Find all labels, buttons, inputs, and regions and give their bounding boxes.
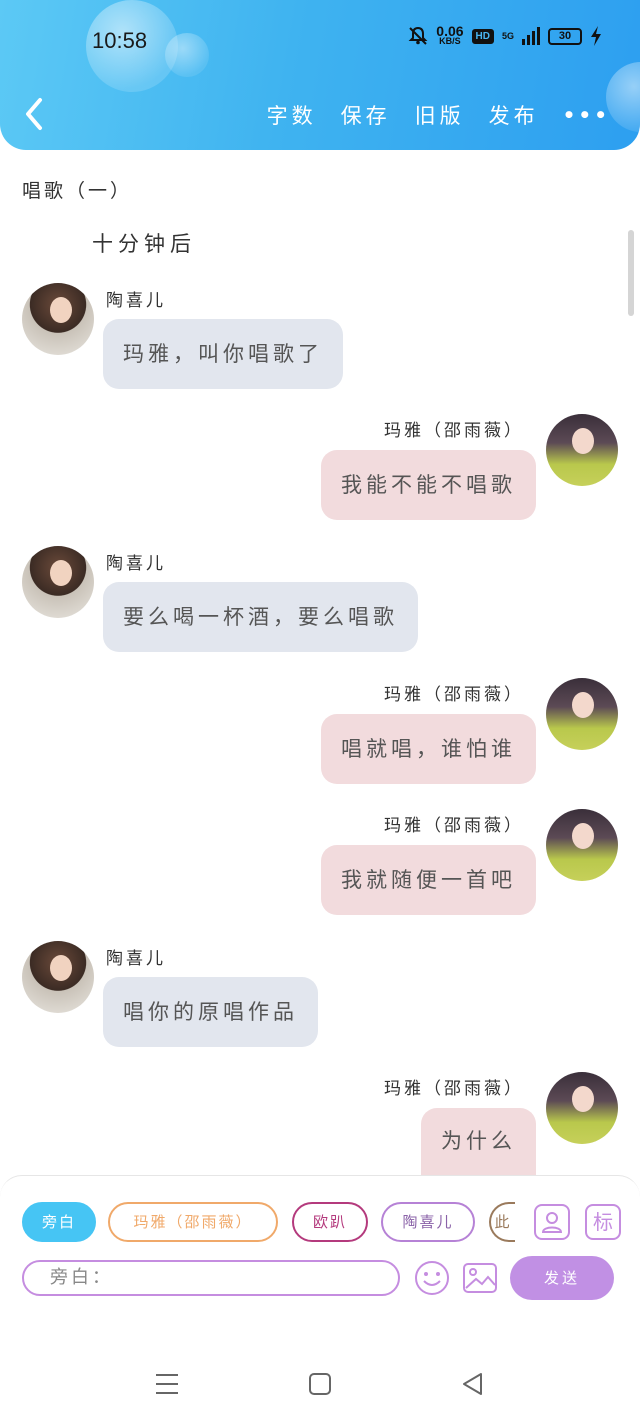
system-nav-bar	[0, 1343, 640, 1423]
sender-name: 陶喜儿	[106, 291, 166, 311]
message-bubble[interactable]: 唱你的原唱作品	[103, 977, 318, 1047]
old-version-button[interactable]: 旧版	[415, 100, 465, 130]
sender-name: 玛雅（邵雨薇）	[384, 421, 524, 441]
save-button[interactable]: 保存	[341, 100, 391, 130]
sender-name: 玛雅（邵雨薇）	[384, 816, 524, 836]
sender-name: 陶喜儿	[106, 949, 166, 969]
scene-title: 唱歌（一）	[22, 180, 133, 202]
avatar[interactable]	[546, 1072, 618, 1144]
sender-name: 陶喜儿	[106, 554, 166, 574]
status-time: 10:58	[92, 28, 148, 53]
menu-icon[interactable]	[150, 1367, 184, 1401]
role-chip-maya[interactable]: 玛雅（邵雨薇）	[108, 1202, 278, 1242]
image-icon[interactable]	[462, 1260, 498, 1296]
mute-bell-icon	[408, 26, 428, 45]
message-bubble[interactable]: 我能不能不唱歌	[321, 450, 536, 520]
app-header: 10:58 0.06 KB/S HD 5G 30 字数 保存 旧版 发布 •••	[0, 0, 640, 150]
chat-area[interactable]: 唱歌（一） 十分钟后 陶喜儿 玛雅，叫你唱歌了 玛雅（邵雨薇） 我能不能不唱歌 …	[0, 150, 640, 1175]
avatar[interactable]	[546, 414, 618, 486]
signal-icon	[522, 27, 540, 45]
hd-icon: HD	[471, 28, 494, 44]
message-bubble[interactable]: 唱就唱，谁怕谁	[321, 714, 536, 784]
status-icons: 0.06 KB/S HD 5G 30	[408, 23, 602, 46]
avatar[interactable]	[22, 546, 94, 618]
scrollbar[interactable]	[628, 230, 634, 316]
speed-unit: KB/S	[439, 36, 461, 46]
composer-panel: 旁白 玛雅（邵雨薇） 欧趴 陶喜儿 此 标 旁白： 发送	[0, 1175, 640, 1343]
header-actions: 字数 保存 旧版 发布 •••	[267, 100, 610, 130]
role-chip-partial[interactable]: 此	[489, 1202, 515, 1242]
decorative-bubble	[606, 62, 640, 132]
home-icon[interactable]	[303, 1367, 337, 1401]
message-bubble[interactable]: 要么喝一杯酒，要么唱歌	[103, 582, 418, 652]
network-type: 5G	[501, 30, 514, 41]
avatar[interactable]	[22, 283, 94, 355]
word-count-button[interactable]: 字数	[267, 100, 317, 130]
battery-icon: 30	[548, 27, 582, 45]
role-manager-icon[interactable]	[534, 1204, 570, 1240]
send-button[interactable]: 发送	[510, 1256, 614, 1300]
message-bubble[interactable]: 玛雅，叫你唱歌了	[103, 319, 343, 389]
message-bubble[interactable]: 我就随便一首吧	[321, 845, 536, 915]
back-triangle-icon[interactable]	[456, 1367, 490, 1401]
decorative-bubble	[165, 33, 209, 77]
speed-value: 0.06	[436, 23, 464, 39]
sender-name: 玛雅（邵雨薇）	[384, 685, 524, 705]
avatar[interactable]	[546, 809, 618, 881]
avatar[interactable]	[22, 941, 94, 1013]
narration-text: 十分钟后	[92, 232, 196, 256]
back-arrow-icon[interactable]	[22, 96, 46, 132]
mark-button[interactable]: 标	[585, 1204, 621, 1240]
charging-icon	[591, 26, 601, 46]
sender-name: 玛雅（邵雨薇）	[384, 1079, 524, 1099]
avatar[interactable]	[546, 678, 618, 750]
network-speed: 0.06 KB/S	[436, 23, 464, 46]
role-chip-narrator[interactable]: 旁白	[22, 1202, 96, 1242]
message-bubble[interactable]: 为什么	[421, 1108, 536, 1175]
publish-button[interactable]: 发布	[489, 100, 539, 130]
role-chip-oupa[interactable]: 欧趴	[292, 1202, 368, 1242]
more-options-button[interactable]: •••	[563, 103, 610, 127]
role-chip-taoxier[interactable]: 陶喜儿	[381, 1202, 475, 1242]
message-input[interactable]: 旁白：	[22, 1260, 400, 1296]
emoji-icon[interactable]	[414, 1260, 450, 1296]
